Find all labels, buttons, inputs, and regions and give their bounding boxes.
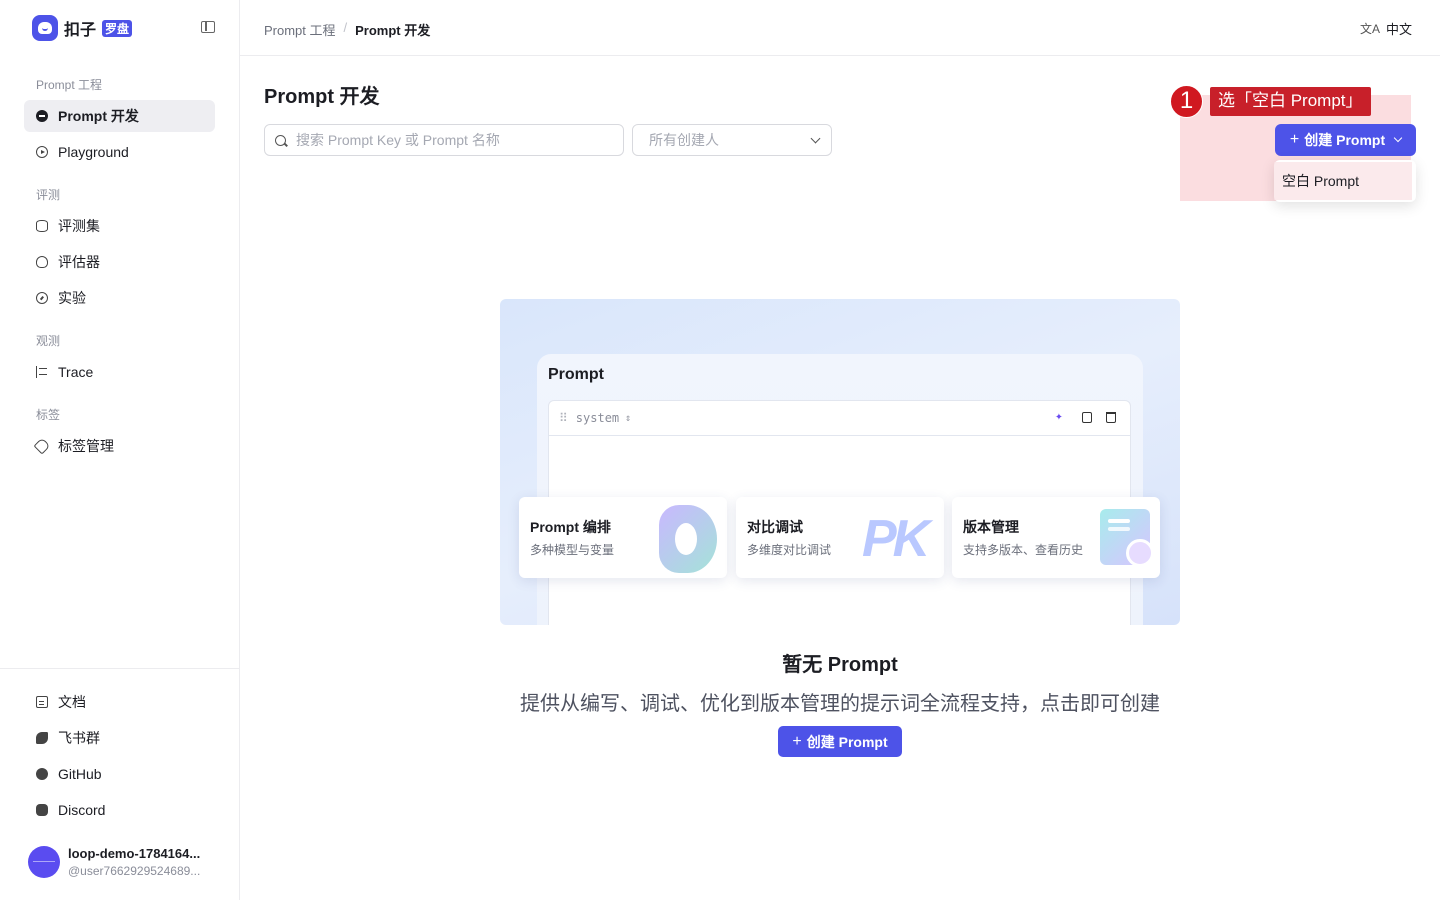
- coze-logo-icon: [32, 15, 58, 41]
- sidebar-item-label: 评估器: [58, 254, 100, 270]
- mock-role-bar: ⠿ system ⇕ ✦: [549, 401, 1130, 436]
- trash-icon: [1106, 412, 1116, 423]
- sidebar-item-label: Playground: [58, 144, 129, 160]
- sidebar-item-github[interactable]: GitHub: [24, 758, 215, 790]
- feature-card-compare: 对比调试 多维度对比调试 PK: [736, 497, 944, 578]
- creator-filter-value: 所有创建人: [649, 132, 719, 148]
- sparkle-icon: ✦: [1055, 409, 1063, 424]
- nav-group-prompt: Prompt 工程: [36, 78, 103, 92]
- empty-state-description: 提供从编写、调试、优化到版本管理的提示词全流程支持，点击即可创建: [520, 693, 1160, 715]
- feature-title: 版本管理: [963, 519, 1019, 535]
- sidebar-item-label: 标签管理: [58, 438, 114, 454]
- chat-bubble-icon: [36, 110, 48, 122]
- feature-title: Prompt 编排: [530, 519, 611, 535]
- language-switcher[interactable]: 文A 中文: [1360, 19, 1412, 38]
- sidebar-item-eval-set[interactable]: 评测集: [24, 210, 215, 242]
- gauge-icon: [36, 292, 48, 304]
- chevron-down-icon: [1393, 133, 1403, 143]
- feature-card-versioning: 版本管理 支持多版本、查看历史: [952, 497, 1160, 578]
- breadcrumb: Prompt 工程 / Prompt 开发: [264, 20, 430, 39]
- drag-handle-icon: ⠿: [559, 411, 568, 425]
- empty-create-label: 创建 Prompt: [806, 733, 888, 750]
- page-title: Prompt 开发: [264, 86, 380, 108]
- nav-group-eval: 评测: [36, 188, 61, 202]
- create-prompt-dropdown: 空白 Prompt: [1274, 160, 1416, 202]
- sidebar-item-experiment[interactable]: 实验: [24, 282, 215, 314]
- avatar: [28, 846, 60, 878]
- brand-logo[interactable]: 扣子 罗盘: [32, 15, 133, 41]
- language-label: 中文: [1385, 22, 1412, 37]
- copy-icon: [1082, 412, 1092, 423]
- empty-state-illustration: Prompt ⠿ system ⇕ ✦ Prompt 编排 多种模型与变量 对比…: [500, 299, 1180, 625]
- sidebar-item-docs[interactable]: 文档: [24, 686, 215, 718]
- sidebar-item-discord[interactable]: Discord: [24, 794, 215, 826]
- sidebar-item-feishu[interactable]: 飞书群: [24, 722, 215, 754]
- brand-name: 扣子: [64, 22, 97, 39]
- menu-item-blank-prompt[interactable]: 空白 Prompt: [1274, 162, 1412, 200]
- feature-card-orchestration: Prompt 编排 多种模型与变量: [519, 497, 727, 578]
- sidebar-item-label: Trace: [58, 364, 94, 380]
- sidebar-item-trace[interactable]: Trace: [24, 356, 215, 388]
- sidebar-item-label: Prompt 开发: [58, 108, 139, 124]
- annotation-step-badge: 1: [1170, 85, 1203, 118]
- sidebar-item-playground[interactable]: Playground: [24, 136, 215, 168]
- document-icon: [36, 696, 48, 708]
- history-art-icon: [1100, 509, 1154, 567]
- discord-icon: [36, 804, 48, 816]
- search-input[interactable]: [296, 132, 606, 148]
- sidebar-item-label: GitHub: [58, 766, 102, 782]
- annotation-step-label: 选「空白 Prompt」: [1210, 87, 1371, 116]
- sidebar-item-tag-management[interactable]: 标签管理: [24, 430, 215, 462]
- plus-icon: +: [792, 732, 802, 750]
- feature-desc: 支持多版本、查看历史: [963, 543, 1084, 557]
- sidebar-item-label: 评测集: [58, 218, 100, 234]
- breadcrumb-separator: /: [343, 20, 348, 35]
- sidebar-collapse-icon[interactable]: [201, 21, 215, 33]
- breadcrumb-item-current: Prompt 开发: [355, 23, 431, 38]
- database-icon: [36, 220, 48, 232]
- feature-title: 对比调试: [747, 519, 803, 535]
- create-prompt-label: 创建 Prompt: [1304, 132, 1386, 148]
- user-handle: @user7662929524689...: [68, 864, 201, 878]
- plus-icon: +: [1289, 131, 1300, 148]
- mock-role: system: [575, 411, 620, 425]
- nav-group-observe: 观测: [36, 334, 61, 348]
- search-box[interactable]: [264, 124, 624, 156]
- play-circle-icon: [36, 146, 48, 158]
- orchestration-art-icon: [659, 505, 717, 573]
- brand-tag: 罗盘: [102, 19, 133, 37]
- feature-desc: 多种模型与变量: [530, 543, 615, 557]
- prompt-mock-card: Prompt ⠿ system ⇕ ✦: [537, 354, 1143, 625]
- chevron-updown-icon: ⇕: [625, 412, 632, 424]
- sidebar-item-evaluator[interactable]: 评估器: [24, 246, 215, 278]
- chevron-down-icon: [810, 133, 821, 144]
- github-icon: [36, 768, 48, 780]
- search-icon: [275, 134, 286, 146]
- sidebar: 扣子 罗盘 Prompt 工程 Prompt 开发 Playground 评测 …: [0, 0, 240, 900]
- tag-icon: [33, 437, 51, 455]
- sidebar-item-prompt-dev[interactable]: Prompt 开发: [24, 100, 215, 132]
- sidebar-item-label: 实验: [58, 290, 86, 306]
- sidebar-item-label: Discord: [58, 802, 106, 818]
- pk-art-icon: PK: [862, 510, 930, 568]
- empty-state-title: 暂无 Prompt: [782, 654, 898, 676]
- sidebar-item-label: 飞书群: [58, 730, 100, 746]
- sidebar-item-label: 文档: [58, 694, 86, 710]
- trace-icon: [36, 366, 48, 378]
- breadcrumb-item-prompt-engineering[interactable]: Prompt 工程: [264, 20, 336, 39]
- create-prompt-button[interactable]: + 创建 Prompt: [1275, 124, 1416, 156]
- translate-icon: 文A: [1359, 22, 1380, 36]
- nav-group-tags: 标签: [36, 408, 61, 422]
- feature-desc: 多维度对比调试: [747, 543, 832, 557]
- top-header: Prompt 工程 / Prompt 开发 文A 中文: [240, 0, 1440, 56]
- empty-create-prompt-button[interactable]: + 创建 Prompt: [778, 726, 902, 757]
- creator-filter-select[interactable]: 所有创建人: [632, 124, 832, 156]
- user-name: loop-demo-1784164...: [68, 846, 201, 861]
- mock-title: Prompt: [548, 366, 604, 383]
- feishu-icon: [36, 732, 48, 744]
- user-profile[interactable]: loop-demo-1784164... @user7662929524689.…: [28, 846, 210, 878]
- bulb-icon: [36, 256, 48, 268]
